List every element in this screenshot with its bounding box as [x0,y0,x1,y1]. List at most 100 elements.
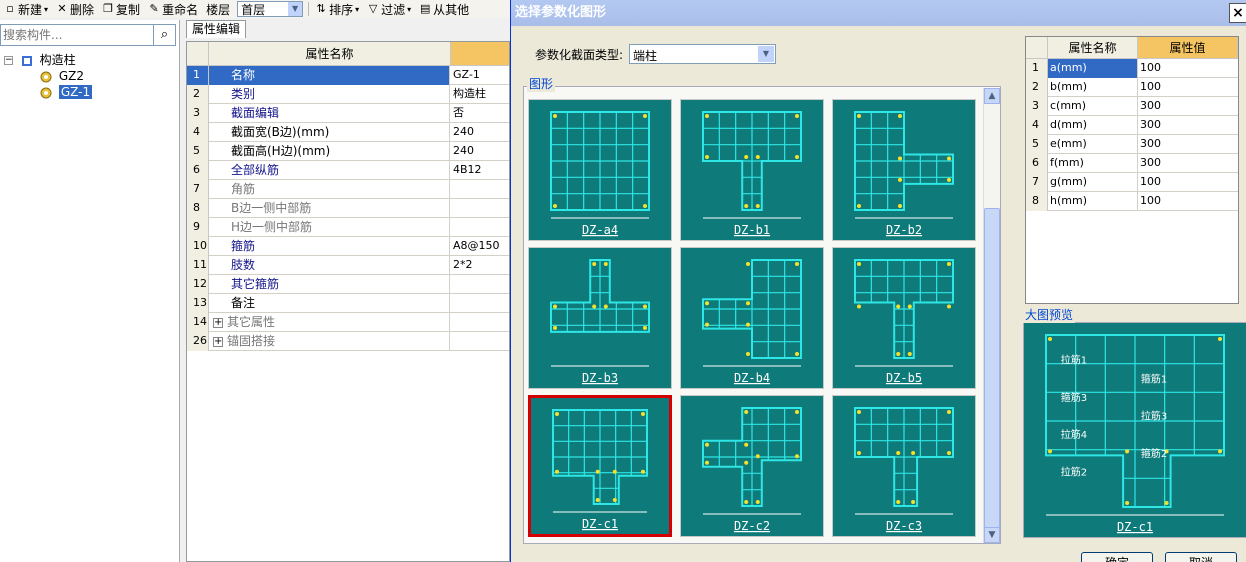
shape-thumbnail-dz-b5[interactable]: DZ-b5 [832,247,976,389]
property-value[interactable]: A8@150 [451,237,509,256]
ok-button[interactable]: 确定 [1081,552,1153,562]
property-value-header [451,42,509,66]
shape-thumbnail-dz-c2[interactable]: DZ-c2 [680,395,824,537]
collapse-icon[interactable]: − [4,56,13,65]
tree-item-selected[interactable]: GZ-1 [40,84,93,100]
tree-item[interactable]: GZ2 [40,68,84,84]
scroll-down-icon[interactable]: ▼ [984,527,1000,543]
scroll-up-icon[interactable]: ▲ [984,88,1000,104]
property-value[interactable]: 240 [451,142,509,161]
scrollbar-thumb[interactable] [984,208,1000,528]
property-name: 截面宽(B边)(mm) [209,123,450,142]
property-row[interactable]: 12 其它箍筋 [187,275,509,294]
param-value[interactable]: 300 [1138,116,1238,135]
property-value[interactable]: 4B12 [451,161,509,180]
property-row[interactable]: 11 肢数 2*2 [187,256,509,275]
shape-thumbnail-dz-c1[interactable]: DZ-c1 [528,395,672,537]
property-value[interactable] [451,294,509,313]
row-number: 4 [1026,116,1048,135]
property-row[interactable]: 5 截面高(H边)(mm) 240 [187,142,509,161]
parameter-row[interactable]: 5 e(mm) 300 [1026,135,1238,154]
rebar-annotation: 拉筋4 [1061,428,1087,441]
rename-button[interactable]: ✎ 重命名 [144,0,202,18]
property-value[interactable]: GZ-1 [451,66,509,85]
expand-icon[interactable]: + [213,336,223,347]
shape-drawing: DZ-c3 [833,396,975,536]
param-name: d(mm) [1048,116,1138,135]
property-value[interactable] [451,313,509,332]
search-box: ⌕ [0,24,176,46]
property-row[interactable]: 2 类别 构造柱 [187,85,509,104]
parameter-row[interactable]: 4 d(mm) 300 [1026,116,1238,135]
property-value[interactable] [451,199,509,218]
copy-button[interactable]: ❐ 复制 [98,0,144,18]
section-type-select[interactable]: 端柱 ▼ [629,44,776,64]
shape-label: DZ-a4 [582,223,618,237]
large-preview: 拉筋1 箍筋1 箍筋3 拉筋3 拉筋4 箍筋2 拉筋2 DZ-c1 [1023,322,1246,538]
filter-icon: ▽ [368,2,378,15]
property-row[interactable]: 3 截面编辑 否 [187,104,509,123]
param-value[interactable]: 100 [1138,192,1238,211]
parameter-row[interactable]: 7 g(mm) 100 [1026,173,1238,192]
property-value[interactable] [451,218,509,237]
shape-thumbnail-dz-b3[interactable]: DZ-b3 [528,247,672,389]
property-name-text: 截面高(H边)(mm) [231,144,331,158]
parameter-row[interactable]: 1 a(mm) 100 [1026,59,1238,78]
parameter-row[interactable]: 3 c(mm) 300 [1026,97,1238,116]
parameter-row[interactable]: 8 h(mm) 100 [1026,192,1238,211]
param-value[interactable]: 100 [1138,78,1238,97]
search-icon[interactable]: ⌕ [153,25,175,45]
sort-button[interactable]: ⇅ 排序 ▾ [311,0,363,18]
gallery-scrollbar[interactable]: ▲ ▼ [983,88,1000,543]
filter-button[interactable]: ▽ 过滤 ▾ [363,0,415,18]
parameter-row[interactable]: 2 b(mm) 100 [1026,78,1238,97]
property-value[interactable] [451,275,509,294]
property-value[interactable] [451,332,509,351]
close-button[interactable]: × [1229,3,1246,23]
shape-thumbnail-dz-b1[interactable]: DZ-b1 [680,99,824,241]
property-name-text: 全部纵筋 [231,163,280,177]
shape-thumbnail-dz-b4[interactable]: DZ-b4 [680,247,824,389]
param-value[interactable]: 100 [1138,173,1238,192]
tree-root[interactable]: − 构造柱 [4,52,76,68]
property-value[interactable]: 否 [451,104,509,123]
property-value[interactable] [451,180,509,199]
shape-thumbnail-dz-c3[interactable]: DZ-c3 [832,395,976,537]
property-row[interactable]: 4 截面宽(B边)(mm) 240 [187,123,509,142]
property-row[interactable]: 9 H边一侧中部筋 [187,218,509,237]
property-name-text: 备注 [231,296,256,310]
search-input[interactable] [1,25,151,45]
cancel-button[interactable]: 取消 [1165,552,1237,562]
param-value[interactable]: 300 [1138,135,1238,154]
property-row[interactable]: 13 备注 [187,294,509,313]
property-value[interactable]: 240 [451,123,509,142]
property-name-text: 截面宽(B边)(mm) [231,125,330,139]
floor-select[interactable]: 首层 ▼ [237,1,304,17]
parameter-row[interactable]: 6 f(mm) 300 [1026,154,1238,173]
property-row[interactable]: 14 + 其它属性 [187,313,509,332]
sort-icon: ⇅ [316,2,326,15]
property-row[interactable]: 7 角筋 [187,180,509,199]
shape-thumbnail-dz-a4[interactable]: DZ-a4 [528,99,672,241]
param-value[interactable]: 100 [1138,59,1238,78]
tab-property-edit[interactable]: 属性编辑 [186,20,247,38]
param-name-header: 属性名称 [1048,37,1138,59]
property-row[interactable]: 26 + 锚固搭接 [187,332,509,351]
expand-icon[interactable]: + [213,317,223,328]
property-name: 名称 [209,66,450,85]
property-row[interactable]: 8 B边一侧中部筋 [187,199,509,218]
property-row[interactable]: 10 箍筋 A8@150 [187,237,509,256]
param-value[interactable]: 300 [1138,97,1238,116]
property-value[interactable]: 2*2 [451,256,509,275]
shape-thumbnail-dz-b2[interactable]: DZ-b2 [832,99,976,241]
property-value[interactable]: 构造柱 [451,85,509,104]
property-row[interactable]: 1 名称 GZ-1 [187,66,509,85]
from-other-button[interactable]: ▤ 从其他 [415,0,473,18]
new-button[interactable]: ▫ 新建 ▾ [0,0,52,18]
property-panel: 属性编辑 属性名称 1 名称 GZ-1 2 类别 构造柱 3 截面编辑 否 4 截面宽(B边)(mm… [184,20,510,562]
component-tree-panel: ⌕ − 构造柱 GZ2 GZ-1 [0,20,180,562]
property-row[interactable]: 6 全部纵筋 4B12 [187,161,509,180]
delete-button[interactable]: ✕ 删除 [52,0,98,18]
param-value[interactable]: 300 [1138,154,1238,173]
param-name: h(mm) [1048,192,1138,211]
